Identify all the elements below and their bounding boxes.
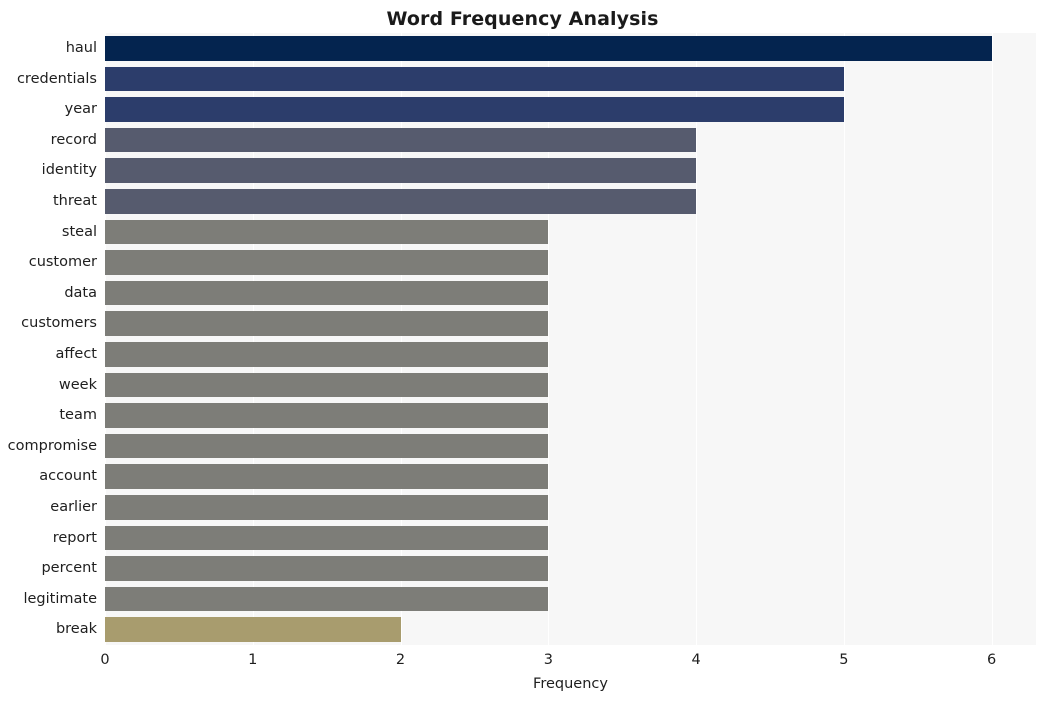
y-tick-label: customers xyxy=(21,315,97,332)
y-tick-label: haul xyxy=(65,40,97,56)
y-tick-label: percent xyxy=(41,560,97,577)
y-tick-label: week xyxy=(58,376,97,393)
x-tick-label: 1 xyxy=(248,652,258,668)
x-tick-label: 0 xyxy=(100,652,110,668)
y-tick-label: threat xyxy=(52,193,97,209)
chart-title: Word Frequency Analysis xyxy=(386,8,659,30)
x-tick-label: 3 xyxy=(543,652,553,668)
y-tick-label: team xyxy=(59,407,97,424)
y-tick-label: affect xyxy=(55,346,97,362)
y-tick-label: legitimate xyxy=(23,590,97,607)
y-tick-label: steal xyxy=(61,223,97,240)
y-tick-label: credentials xyxy=(16,70,97,87)
y-tick-label: year xyxy=(64,101,97,118)
y-tick-label: earlier xyxy=(50,499,97,515)
x-tick-label: 5 xyxy=(839,652,849,668)
y-tick-label: compromise xyxy=(7,437,97,454)
y-tick-label: identity xyxy=(41,162,97,179)
x-tick-label: 6 xyxy=(987,652,997,668)
y-tick-label: customer xyxy=(28,254,97,271)
y-axis-tick-labels: haul credentials year record identity threat s… xyxy=(0,33,1045,645)
y-tick-label: data xyxy=(64,284,97,301)
y-tick-label: account xyxy=(39,468,97,485)
x-axis-label: Frequency xyxy=(533,676,608,692)
y-tick-label: report xyxy=(52,529,97,546)
y-tick-label: break xyxy=(55,621,97,638)
x-tick-label: 2 xyxy=(395,652,406,668)
word-frequency-chart: Word Frequency Analysis haul credentials y… xyxy=(0,0,1045,701)
x-tick-label: 4 xyxy=(691,652,701,668)
y-tick-label: record xyxy=(50,131,97,148)
